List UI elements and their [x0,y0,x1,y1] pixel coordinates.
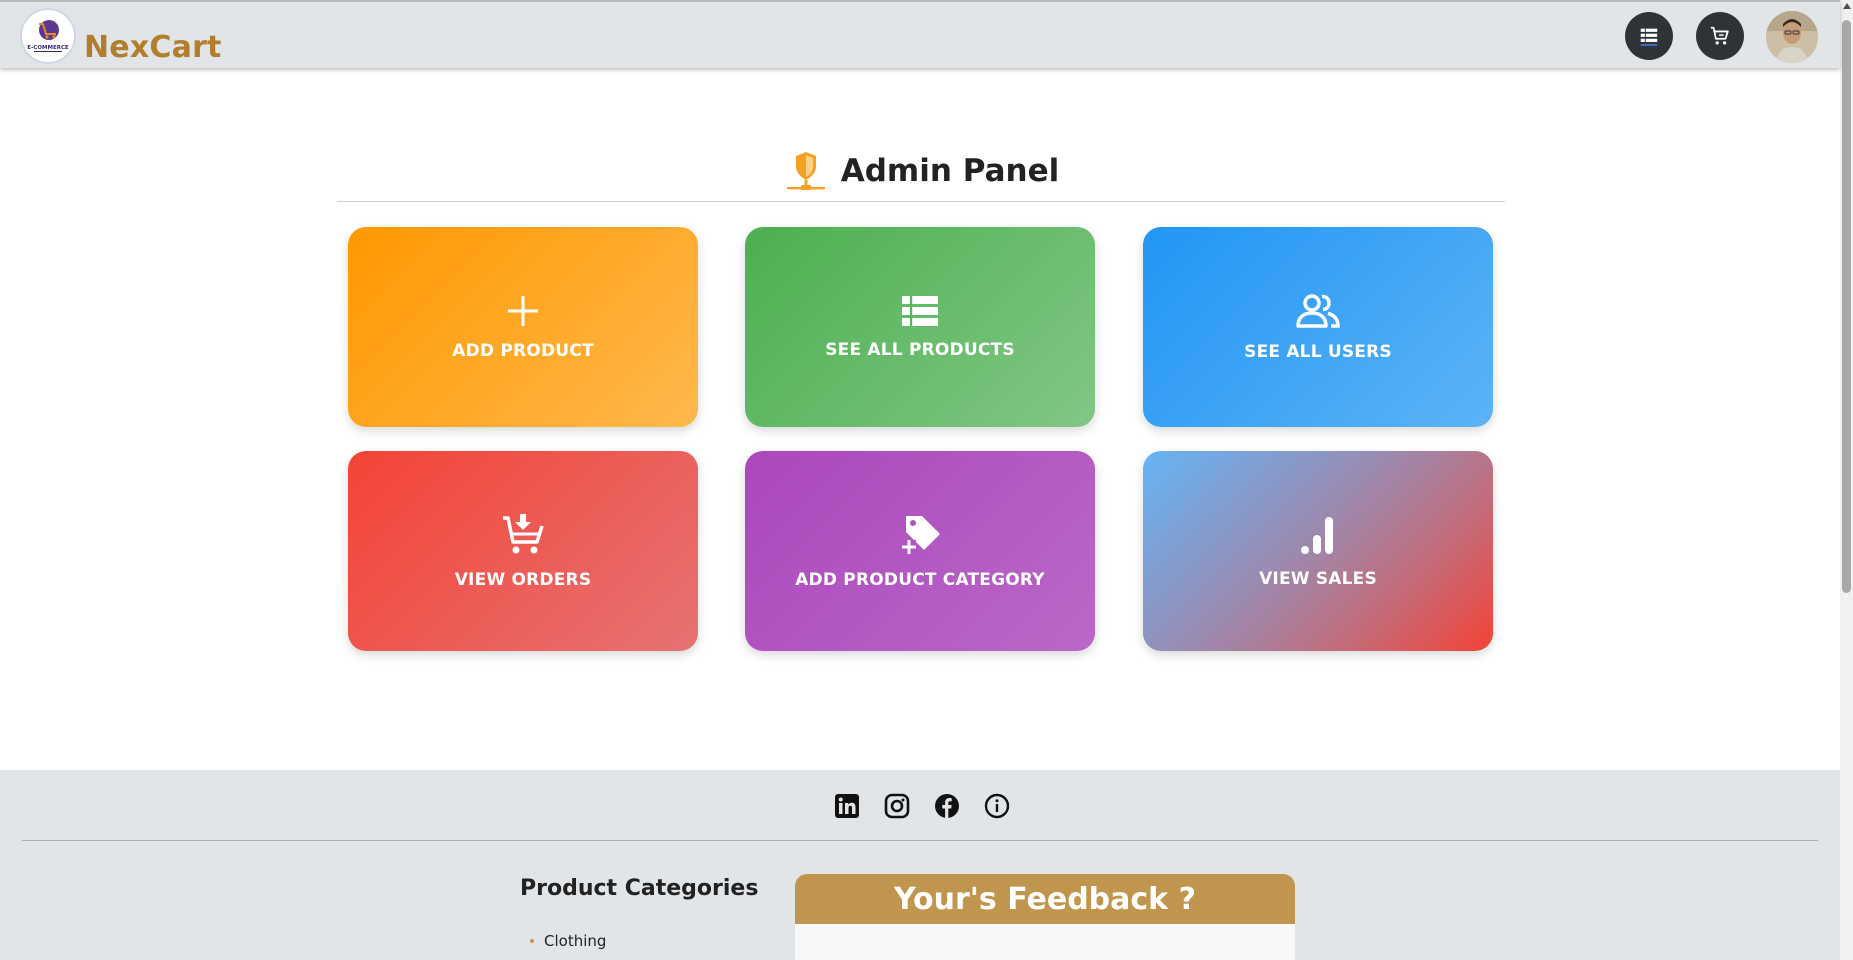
top-navbar: E-COMMERCE NexCart [0,0,1840,68]
see-all-users-card[interactable]: SEE ALL USERS [1143,227,1493,427]
product-categories-title: Product Categories [520,876,759,901]
facebook-link[interactable] [933,792,961,820]
add-product-label: ADD PRODUCT [452,341,594,361]
ecommerce-logo-icon: E-COMMERCE [23,11,73,61]
svg-text:E-COMMERCE: E-COMMERCE [27,45,69,51]
brand-name[interactable]: NexCart [84,30,222,65]
feedback-title: Your's Feedback ? [894,881,1196,917]
cart-icon [1710,26,1729,45]
avatar-photo-icon [1766,11,1818,63]
tag-plus-icon [902,516,940,554]
page-footer: Product Categories Clothing Your's Feedb… [0,770,1840,960]
linkedin-icon [835,794,859,818]
scroll-up-arrow-icon[interactable] [1843,3,1851,9]
instagram-icon [884,793,910,819]
linkedin-link[interactable] [833,792,861,820]
feedback-header: Your's Feedback ? [795,874,1295,924]
see-all-users-label: SEE ALL USERS [1244,342,1392,362]
view-sales-card[interactable]: VIEW SALES [1143,451,1493,651]
user-avatar[interactable] [1766,11,1818,63]
cart-download-icon [503,514,544,554]
view-orders-label: VIEW ORDERS [454,570,592,590]
info-icon [984,793,1010,819]
footer-divider [22,840,1818,841]
admin-panel-header: Admin Panel [337,140,1505,202]
list-icon [1640,28,1658,46]
list-icon [902,296,938,326]
admin-shield-icon [786,151,825,190]
view-orders-card[interactable]: VIEW ORDERS [348,451,698,651]
social-links [0,792,1840,820]
menu-button[interactable] [1625,12,1673,60]
add-product-card[interactable]: ADD PRODUCT [348,227,698,427]
view-sales-label: VIEW SALES [1259,569,1377,589]
scroll-thumb[interactable] [1842,20,1851,593]
brand-logo[interactable]: E-COMMERCE [20,8,76,64]
add-product-category-label: ADD PRODUCT CATEGORY [795,570,1045,590]
instagram-link[interactable] [883,792,911,820]
see-all-products-label: SEE ALL PRODUCTS [825,340,1015,360]
users-icon [1296,294,1340,328]
category-link[interactable]: Clothing [530,932,606,950]
product-categories-list: Clothing [530,932,606,950]
add-product-category-card[interactable]: ADD PRODUCT CATEGORY [745,451,1095,651]
info-link[interactable] [983,792,1011,820]
plus-icon [508,296,538,326]
bar-chart-icon [1301,517,1333,554]
see-all-products-card[interactable]: SEE ALL PRODUCTS [745,227,1095,427]
page-title: Admin Panel [840,152,1060,189]
page-scrollbar[interactable] [1840,0,1853,960]
cart-button[interactable] [1696,12,1744,60]
feedback-box: Your's Feedback ? [795,874,1295,960]
facebook-icon [935,794,959,818]
